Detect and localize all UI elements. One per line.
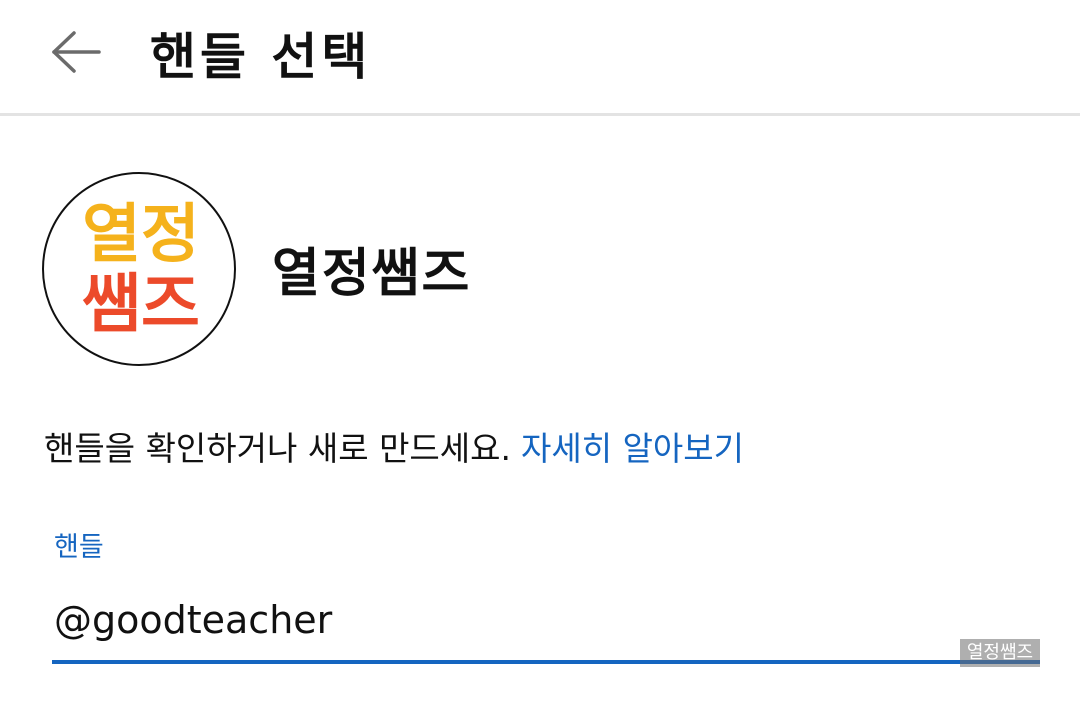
handle-field-label: 핸들 bbox=[54, 532, 104, 563]
avatar-text-line2: 쌤즈 bbox=[82, 268, 200, 342]
avatar-text-line1: 열정 bbox=[82, 198, 200, 272]
back-button[interactable] bbox=[44, 24, 108, 80]
arrow-left-icon bbox=[52, 31, 101, 73]
channel-avatar: 열정 쌤즈 bbox=[42, 172, 236, 366]
app-bar: 핸들 선택 bbox=[0, 0, 1080, 116]
handle-description: 핸들을 확인하거나 새로 만드세요. 자세히 알아보기 bbox=[44, 424, 744, 474]
choose-handle-screen: 핸들 선택 열정 쌤즈 열정쌤즈 핸들을 확인하거나 새로 만드세요. 자세히 알… bbox=[0, 0, 1080, 709]
channel-name: 열정쌤즈 bbox=[272, 244, 472, 304]
page-title: 핸들 선택 bbox=[150, 28, 372, 86]
handle-input[interactable] bbox=[54, 588, 1038, 652]
handle-input-underline bbox=[52, 660, 1040, 664]
description-text: 핸들을 확인하거나 새로 만드세요. bbox=[44, 429, 511, 468]
watermark: 열정쌤즈 bbox=[960, 639, 1040, 667]
learn-more-link[interactable]: 자세히 알아보기 bbox=[521, 429, 744, 468]
